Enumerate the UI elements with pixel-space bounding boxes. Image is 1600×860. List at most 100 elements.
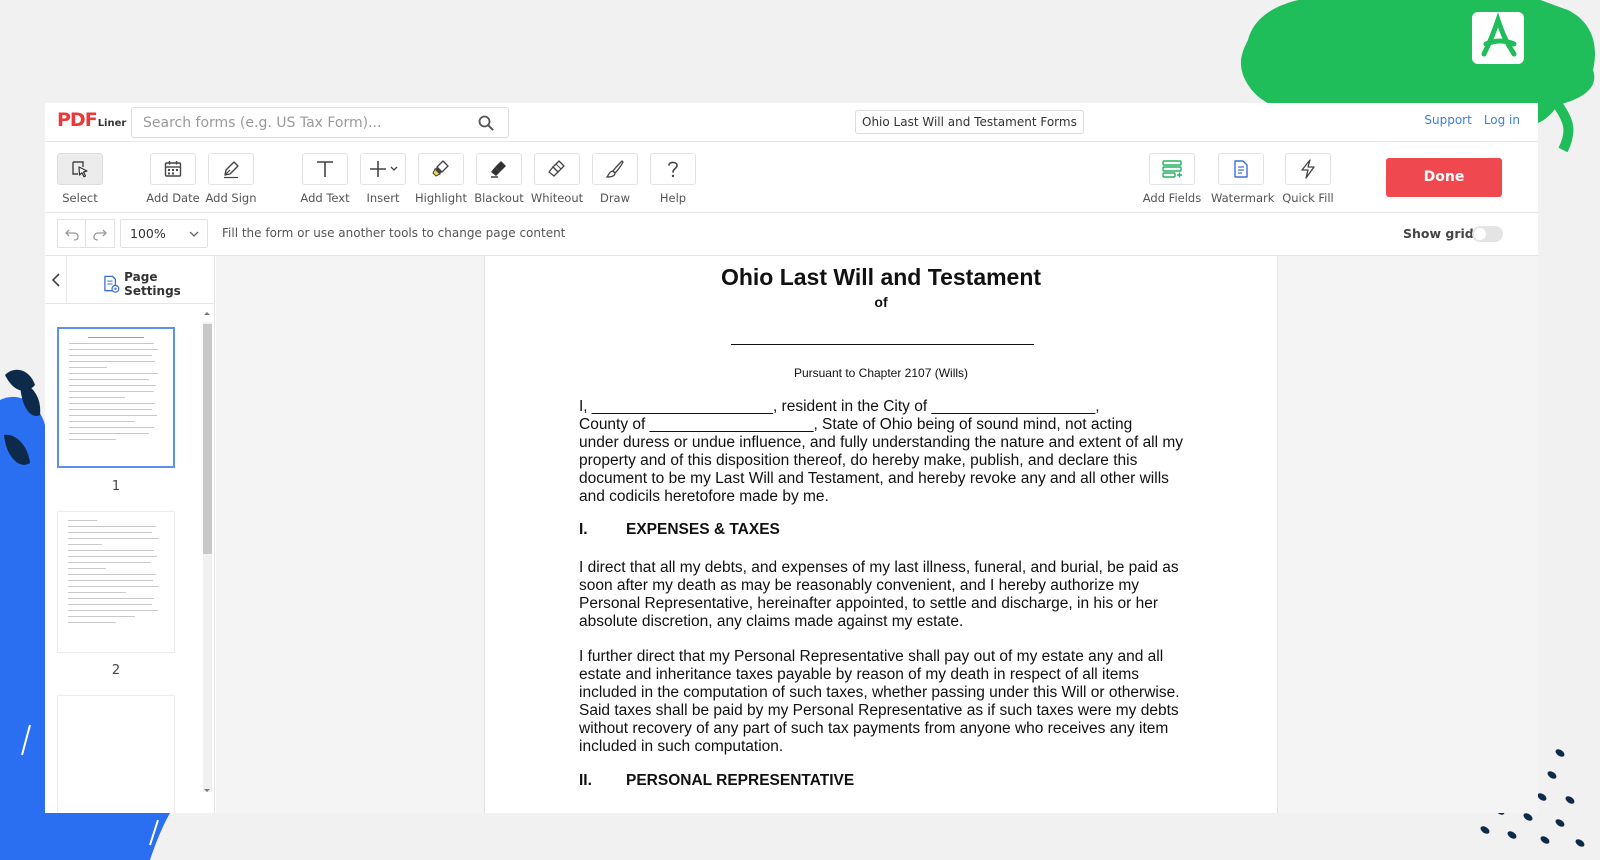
tool-label: Help — [659, 191, 687, 205]
tool-label: Add Sign — [205, 191, 257, 205]
watermark-document-icon — [1234, 160, 1248, 178]
text-t-icon — [317, 161, 333, 177]
blue-brush-decoration — [0, 369, 45, 805]
tool-label: Insert — [366, 191, 400, 205]
support-link[interactable]: Support — [1424, 113, 1471, 127]
document-page[interactable]: Ohio Last Will and Testament of Pursuant… — [484, 256, 1278, 813]
taxes-paragraph: I further direct that my Personal Repres… — [579, 648, 1180, 755]
add-date-button[interactable]: Add Date — [143, 153, 203, 205]
draw-button[interactable]: Draw — [585, 153, 645, 205]
watermark-button[interactable]: Watermark — [1211, 153, 1275, 205]
logo-main-text: PDF — [57, 109, 98, 131]
zoom-value: 100% — [130, 226, 166, 241]
section-heading: I. EXPENSES & TAXES — [579, 521, 780, 539]
tool-label: Blackout — [474, 191, 524, 205]
page-thumbnail[interactable] — [57, 511, 175, 653]
lightning-icon — [1301, 159, 1315, 179]
show-grid-label: Show grid — [1403, 226, 1474, 241]
help-button[interactable]: Help — [643, 153, 703, 205]
pdf-icon — [1472, 12, 1524, 64]
section-number: II. — [579, 772, 592, 789]
section-title: PERSONAL REPRESENTATIVE — [626, 772, 855, 789]
document-canvas: Ohio Last Will and Testament of Pursuant… — [216, 256, 1538, 813]
question-mark-icon — [668, 161, 678, 178]
section-heading: II. PERSONAL REPRESENTATIVE — [579, 772, 854, 790]
undo-button[interactable] — [57, 219, 86, 248]
calendar-icon — [164, 161, 182, 177]
page-settings-label: Page Settings — [124, 270, 181, 298]
page-thumbnail[interactable] — [57, 695, 175, 813]
section-number: I. — [579, 521, 588, 538]
intro-paragraph: I, _____________________, resident in th… — [579, 398, 1184, 505]
logo-sub-text: Liner — [97, 118, 127, 129]
thumbnail-scrollbar[interactable] — [200, 308, 214, 798]
thumbnail-list: 1 2 — [45, 305, 201, 813]
insert-dropdown-button[interactable]: Insert — [353, 153, 413, 205]
toggle-knob — [1474, 228, 1486, 240]
collapse-panel-button[interactable] — [45, 256, 67, 304]
pdfliner-logo[interactable]: PDF Liner — [57, 109, 126, 135]
pdf-editor-window: PDF Liner Ohio Last Will and Testament F… — [45, 103, 1538, 813]
add-fields-button[interactable]: Add Fields — [1142, 153, 1202, 205]
done-button[interactable]: Done — [1386, 158, 1502, 197]
pursuant-text: Pursuant to Chapter 2107 (Wills) — [793, 366, 969, 380]
page-number: 2 — [111, 663, 121, 678]
form-fields-icon — [1162, 160, 1182, 178]
login-link[interactable]: Log in — [1484, 113, 1520, 127]
hint-text: Fill the form or use another tools to ch… — [222, 226, 566, 240]
search-icon[interactable] — [478, 115, 494, 131]
add-text-button[interactable]: Add Text — [295, 153, 355, 205]
select-cursor-icon — [72, 161, 88, 178]
add-sign-button[interactable]: Add Sign — [201, 153, 261, 205]
brush-icon — [605, 160, 624, 178]
highlight-button[interactable]: Highlight — [411, 153, 471, 205]
pen-nib-icon — [224, 161, 239, 179]
redo-button[interactable] — [86, 219, 115, 248]
document-heading: Ohio Last Will and Testament — [720, 264, 1042, 290]
tool-label: Highlight — [415, 191, 467, 205]
search-box — [131, 107, 509, 138]
redo-icon — [93, 229, 107, 241]
plus-icon — [370, 161, 398, 177]
document-title: Ohio Last Will and Testament Forms — [855, 110, 1084, 134]
blackout-marker-icon — [491, 161, 506, 178]
panel-header: Page Settings — [45, 256, 214, 304]
chevron-left-icon — [51, 273, 60, 287]
history-controls — [57, 219, 115, 248]
tool-label: Add Text — [300, 191, 350, 205]
tool-label: Whiteout — [530, 191, 584, 205]
scrollbar-thumb[interactable] — [203, 324, 212, 554]
whiteout-button[interactable]: Whiteout — [527, 153, 587, 205]
expenses-paragraph: I direct that all my debts, and expenses… — [579, 559, 1179, 630]
search-input[interactable] — [132, 108, 462, 137]
page-thumbnails-panel: Page Settings 1 2 — [45, 256, 215, 813]
tool-label: Draw — [599, 191, 631, 205]
page-settings-icon — [104, 275, 120, 293]
top-bar: PDF Liner Ohio Last Will and Testament F… — [45, 103, 1538, 142]
tool-label: Watermark — [1211, 191, 1275, 205]
page-settings-button[interactable]: Page Settings — [103, 270, 214, 298]
top-links: Support Log in — [1424, 113, 1520, 127]
select-tool-button[interactable]: Select — [50, 153, 110, 205]
toolbar: Select Add Date Add Sign Add Text Insert… — [45, 142, 1538, 213]
page-number: 1 — [111, 479, 121, 494]
chevron-down-icon — [189, 231, 199, 237]
tool-label: Add Fields — [1142, 191, 1202, 205]
chevron-down-icon — [390, 166, 398, 171]
section-title: EXPENSES & TAXES — [626, 521, 780, 538]
show-grid-toggle[interactable] — [1472, 226, 1503, 242]
eraser-marker-icon — [548, 160, 565, 177]
page-thumbnail[interactable] — [57, 327, 175, 468]
tool-label: Add Date — [146, 191, 200, 205]
quick-fill-button[interactable]: Quick Fill — [1278, 153, 1338, 205]
tool-label: Select — [62, 191, 98, 205]
tool-label: Quick Fill — [1282, 191, 1334, 205]
testator-name-field[interactable] — [731, 344, 1034, 345]
scroll-up-arrow-icon[interactable] — [200, 308, 214, 318]
zoom-select[interactable]: 100% — [120, 219, 208, 248]
undo-icon — [64, 229, 79, 241]
highlighter-icon — [432, 160, 449, 177]
blackout-button[interactable]: Blackout — [469, 153, 529, 205]
secondary-toolbar: 100% Fill the form or use another tools … — [45, 213, 1538, 256]
scroll-down-arrow-icon[interactable] — [200, 786, 214, 796]
